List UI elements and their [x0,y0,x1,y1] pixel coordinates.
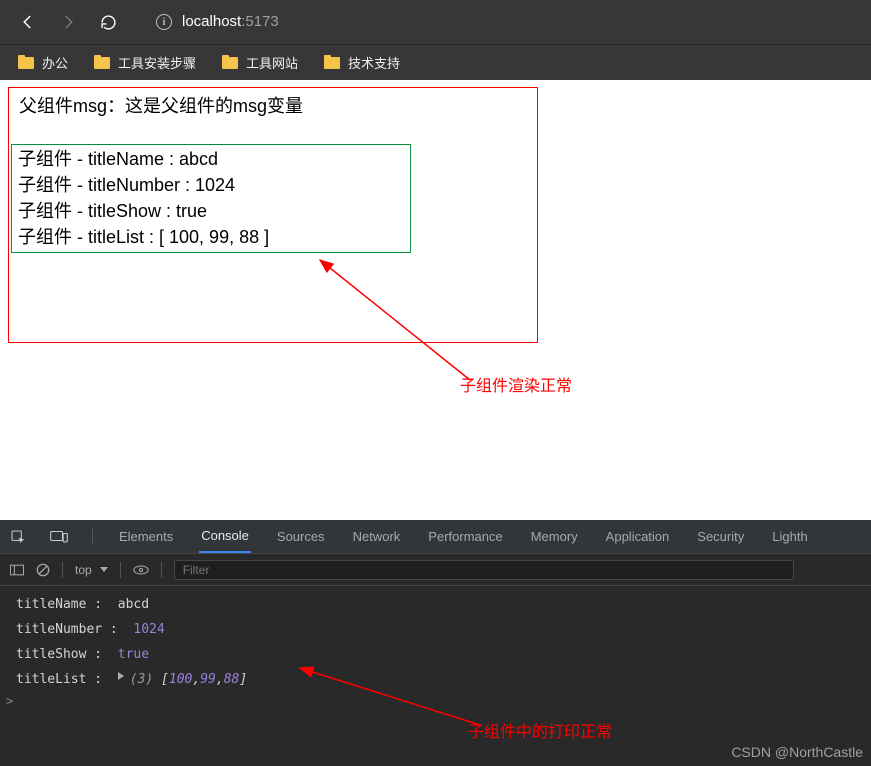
console-value: abcd [118,597,149,612]
console-label: titleName : [16,597,118,612]
forward-button[interactable] [58,12,78,32]
separator [62,562,63,578]
url-port: :5173 [241,13,279,30]
array-count: (3) [130,672,153,687]
tab-application[interactable]: Application [604,520,672,553]
console-row[interactable]: titleNumber : 1024 [0,617,871,642]
site-info-icon[interactable]: i [156,14,172,30]
console-label: titleNumber : [16,622,133,637]
child-line: 子组件 - titleList : [ 100, 99, 88 ] [18,224,404,250]
separator [161,562,162,578]
console-row[interactable]: titleName : abcd [0,592,871,617]
watermark: CSDN @NorthCastle [731,744,863,760]
tab-console[interactable]: Console [199,520,251,553]
parent-component-box: 父组件msg：这是父组件的msg变量 子组件 - titleName : abc… [8,87,538,343]
tab-sources[interactable]: Sources [275,520,327,553]
expand-icon[interactable] [118,672,124,680]
console-output: titleName : abcd titleNumber : 1024 titl… [0,586,871,720]
tab-performance[interactable]: Performance [426,520,504,553]
url-host: localhost [182,13,241,30]
inspect-element-icon[interactable] [10,529,26,545]
bookmark-label: 技术支持 [348,53,400,72]
filter-input[interactable] [174,560,794,580]
folder-icon [94,57,110,69]
bookmark-item[interactable]: 技术支持 [324,53,400,72]
tab-lighthouse[interactable]: Lighth [770,520,809,553]
annotation-text: 子组件渲染正常 [460,372,572,396]
console-value: 1024 [133,622,164,637]
folder-icon [324,57,340,69]
child-line: 子组件 - titleNumber : 1024 [18,172,404,198]
folder-icon [18,57,34,69]
device-toggle-icon[interactable] [50,530,68,544]
bookmark-bar: 办公 工具安装步骤 工具网站 技术支持 [0,44,871,80]
console-toolbar: top [0,554,871,586]
console-prompt[interactable]: > [0,692,871,710]
folder-icon [222,57,238,69]
array-value: 99 [200,672,216,687]
reload-button[interactable] [98,12,118,32]
browser-nav-bar: i localhost:5173 [0,0,871,44]
console-row[interactable]: titleList : (3) [ 100 , 99 , 88 ] [0,667,871,692]
child-line: 子组件 - titleShow : true [18,198,404,224]
array-open: [ [153,672,169,687]
clear-console-icon[interactable] [36,563,50,577]
bookmark-label: 工具安装步骤 [118,53,196,72]
back-button[interactable] [18,12,38,32]
bookmark-item[interactable]: 办公 [18,53,68,72]
array-value: 100 [169,672,192,687]
bookmark-label: 办公 [42,53,68,72]
array-value: 88 [224,672,240,687]
separator [92,529,93,545]
tab-memory[interactable]: Memory [529,520,580,553]
tab-security[interactable]: Security [695,520,746,553]
tab-elements[interactable]: Elements [117,520,175,553]
console-label: titleShow : [16,647,118,662]
separator [120,562,121,578]
live-expression-icon[interactable] [133,564,149,576]
array-close: ] [239,672,247,687]
chevron-down-icon [100,567,108,572]
child-component-box: 子组件 - titleName : abcd 子组件 - titleNumber… [11,144,411,253]
annotation-text: 子组件中的打印正常 [468,718,612,742]
bookmark-label: 工具网站 [246,53,298,72]
devtools-tabs: Elements Console Sources Network Perform… [0,520,871,554]
console-value: true [118,647,149,662]
console-label: titleList : [16,672,118,687]
page-content: 父组件msg：这是父组件的msg变量 子组件 - titleName : abc… [0,80,871,520]
bookmark-item[interactable]: 工具网站 [222,53,298,72]
toggle-sidebar-icon[interactable] [10,564,24,576]
tab-network[interactable]: Network [351,520,403,553]
child-line: 子组件 - titleName : abcd [18,146,404,172]
bookmark-item[interactable]: 工具安装步骤 [94,53,196,72]
devtools-panel: Elements Console Sources Network Perform… [0,520,871,766]
console-row[interactable]: titleShow : true [0,642,871,667]
context-selector[interactable]: top [75,563,108,577]
parent-msg-line: 父组件msg：这是父组件的msg变量 [9,88,537,122]
address-bar[interactable]: i localhost:5173 [156,13,279,31]
